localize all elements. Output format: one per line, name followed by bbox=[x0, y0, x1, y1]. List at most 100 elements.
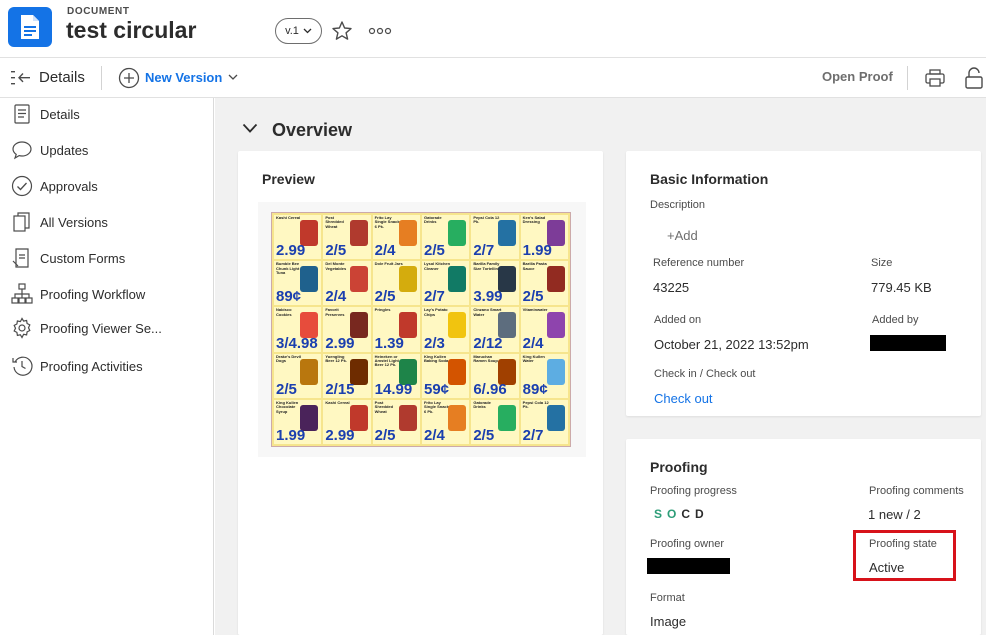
product-price: 59¢ bbox=[423, 380, 450, 398]
proofing-owner-redacted bbox=[647, 558, 730, 574]
form-icon bbox=[12, 248, 29, 268]
circular-product-cell: Post Shredded Wheat 2/5 bbox=[323, 215, 371, 260]
circular-product-cell: Frito Lay Single Snacks 6 Pk. 2/4 bbox=[421, 399, 470, 444]
circular-product-cell: Gatorade Drinks 2/5 bbox=[421, 215, 470, 260]
product-price: 89¢ bbox=[522, 380, 548, 398]
sidebar-item-updates[interactable]: Updates bbox=[0, 135, 214, 165]
basic-information-card: Basic Information Description +Add Refer… bbox=[626, 151, 981, 416]
proofing-comments-label: Proofing comments bbox=[869, 485, 964, 497]
proofing-progress-status: SOCD bbox=[654, 507, 709, 521]
product-image bbox=[398, 404, 417, 431]
product-price: 2/12 bbox=[473, 334, 503, 352]
reference-number-label: Reference number bbox=[653, 257, 745, 269]
circular-product-cell: Pepsi Cola 12 Pk. 2/7 bbox=[471, 215, 519, 260]
circular-product-cell: King Kullen Water 89¢ bbox=[520, 353, 568, 398]
product-price: 2/5 bbox=[374, 288, 396, 306]
document-header: DOCUMENT test circular v.1 bbox=[0, 0, 986, 58]
sidebar-item-label: Custom Forms bbox=[40, 251, 126, 266]
document-icon bbox=[8, 7, 52, 47]
product-image bbox=[546, 312, 565, 339]
speech-bubble-icon bbox=[12, 141, 32, 160]
product-price: 2/5 bbox=[473, 427, 495, 444]
product-image bbox=[448, 404, 467, 431]
progress-step-s: S bbox=[654, 507, 668, 521]
product-price: 2/7 bbox=[522, 427, 544, 444]
new-version-button[interactable]: New Version bbox=[145, 70, 222, 85]
sidebar-item-label: All Versions bbox=[40, 215, 108, 230]
product-price: 2/4 bbox=[325, 288, 347, 306]
circular-product-cell: Pringles 1.39 bbox=[372, 307, 420, 352]
product-price: 6/.96 bbox=[473, 380, 507, 398]
document-lines-icon bbox=[14, 104, 30, 124]
circular-product-cell: Barilla Pasta Sauce 2/5 bbox=[520, 261, 568, 306]
document-preview-image[interactable]: Kashi Cereal 2.99 Post Shredded Wheat 2/5 Fr… bbox=[258, 202, 586, 457]
product-caption: Kashi Cereal bbox=[276, 215, 301, 220]
add-circle-icon[interactable] bbox=[118, 67, 140, 89]
product-price: 2/5 bbox=[325, 242, 347, 260]
product-price: 2/5 bbox=[276, 380, 297, 398]
product-price: 2/7 bbox=[473, 242, 495, 260]
product-price: 2/4 bbox=[423, 427, 445, 444]
star-icon[interactable] bbox=[331, 20, 353, 42]
reference-number-value: 43225 bbox=[653, 280, 690, 295]
sidebar-item-custom-forms[interactable]: Custom Forms bbox=[0, 243, 214, 273]
product-image bbox=[349, 266, 368, 293]
product-price: 2/5 bbox=[374, 427, 396, 444]
chevron-down-icon[interactable] bbox=[242, 122, 258, 134]
added-on-value: October 21, 2022 13:52pm bbox=[654, 337, 809, 352]
product-image bbox=[448, 266, 467, 293]
collapse-panel-icon[interactable] bbox=[10, 68, 32, 88]
lock-icon[interactable] bbox=[964, 66, 984, 90]
proofing-progress-label: Proofing progress bbox=[650, 485, 737, 497]
product-image bbox=[398, 220, 417, 246]
circular-product-cell: King Kullen Chocolate Syrup 1.99 bbox=[274, 399, 322, 444]
circular-product-cell: Frito Lay Single Snacks 6 Pk. 2/4 bbox=[372, 215, 420, 260]
add-description-button[interactable]: +Add bbox=[667, 228, 698, 243]
product-image bbox=[497, 404, 516, 431]
circular-product-cell: Maruchan Ramen Soup 6/.96 bbox=[471, 353, 519, 398]
sidebar-item-proofing-activities[interactable]: Proofing Activities bbox=[0, 351, 214, 381]
progress-step-o: O bbox=[667, 507, 682, 521]
workflow-icon bbox=[11, 283, 33, 304]
product-image bbox=[546, 404, 565, 431]
product-image bbox=[300, 358, 319, 385]
proofing-comments-value[interactable]: 1 new / 2 bbox=[868, 507, 921, 522]
circular-product-cell: Lysol Kitchen Cleaner 2/7 bbox=[421, 261, 470, 306]
added-by-label: Added by bbox=[872, 314, 919, 326]
product-price: 2.99 bbox=[325, 334, 355, 352]
product-price: 2.99 bbox=[325, 427, 355, 444]
open-proof-button[interactable]: Open Proof bbox=[822, 69, 893, 84]
progress-step-c: C bbox=[681, 507, 696, 521]
product-price: 89¢ bbox=[276, 288, 302, 306]
sidebar-item-proofing-workflow[interactable]: Proofing Workflow bbox=[0, 279, 214, 309]
sidebar-item-label: Proofing Activities bbox=[40, 359, 143, 374]
more-options-icon[interactable] bbox=[368, 24, 392, 38]
overview-heading[interactable]: Overview bbox=[272, 120, 352, 141]
circular-product-cell: Gatorade Drinks 2/5 bbox=[471, 399, 519, 444]
versions-icon bbox=[13, 212, 30, 232]
product-price: 14.99 bbox=[374, 380, 413, 398]
circular-product-cell: Cinzano Smart Water 2/12 bbox=[471, 307, 519, 352]
progress-step-d: D bbox=[695, 507, 709, 521]
circular-product-cell: Dole Fruit Jars 2/5 bbox=[372, 261, 420, 306]
product-image bbox=[349, 220, 368, 246]
details-sidebar: Details Updates Approvals All Versions C… bbox=[0, 98, 214, 635]
circular-product-cell: King Kullen Baking Soda 59¢ bbox=[421, 353, 470, 398]
circular-product-cell: Pepsi Cola 12 Pk. 2/7 bbox=[520, 399, 568, 444]
sidebar-item-proofing-viewer-settings[interactable]: Proofing Viewer Se... bbox=[0, 313, 214, 343]
proofing-owner-label: Proofing owner bbox=[650, 538, 724, 550]
check-out-link[interactable]: Check out bbox=[654, 391, 713, 406]
version-selector[interactable]: v.1 bbox=[275, 18, 322, 44]
product-image bbox=[300, 266, 319, 293]
sidebar-item-all-versions[interactable]: All Versions bbox=[0, 207, 214, 237]
added-on-label: Added on bbox=[654, 314, 702, 326]
circular-product-cell: Drake's Devil Dogs 2/5 bbox=[274, 353, 322, 398]
circular-product-cell: Kashi Cereal 2.99 bbox=[274, 215, 322, 260]
chevron-down-icon[interactable] bbox=[228, 73, 238, 81]
proofing-title: Proofing bbox=[650, 459, 708, 475]
toolbar-divider bbox=[907, 66, 908, 90]
printer-icon[interactable] bbox=[924, 67, 946, 89]
overview-main: Overview Preview Kashi Cereal 2.99 Post Sh… bbox=[215, 98, 986, 635]
sidebar-item-approvals[interactable]: Approvals bbox=[0, 171, 214, 201]
sidebar-item-details[interactable]: Details bbox=[0, 99, 214, 129]
